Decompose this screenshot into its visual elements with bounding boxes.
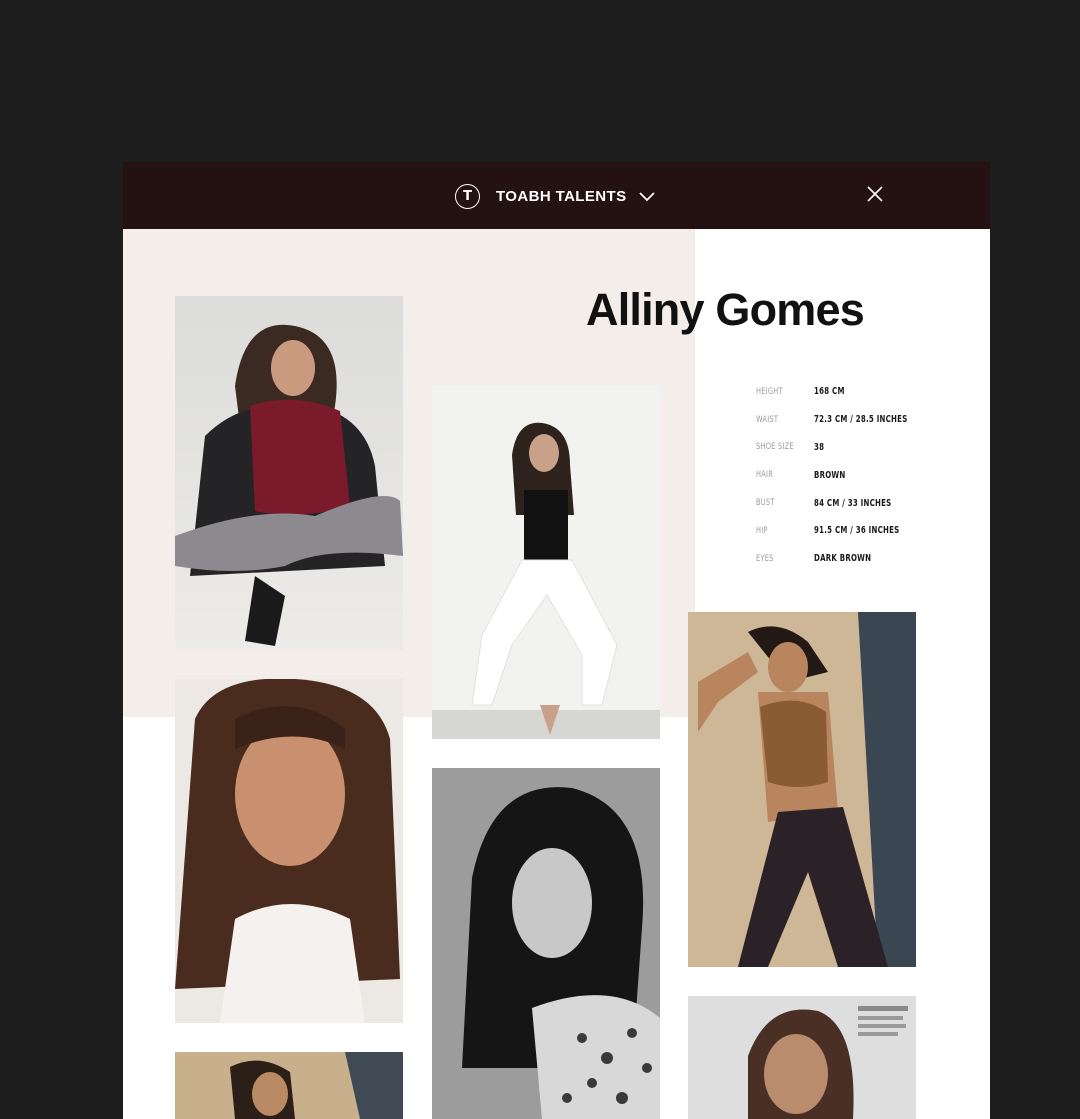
close-icon[interactable]	[865, 184, 885, 204]
portfolio-photo[interactable]	[432, 385, 660, 739]
stat-row-height: HEIGHT 168 CM	[756, 378, 956, 406]
stat-value: 72.3 CM / 28.5 INCHES	[814, 414, 908, 426]
portfolio-photo[interactable]	[175, 679, 403, 1023]
stat-row-eyes: EYES DARK BROWN	[756, 545, 956, 573]
portfolio-photo[interactable]	[688, 996, 916, 1119]
stat-label: HEIGHT	[756, 386, 783, 397]
portfolio-photo[interactable]	[175, 296, 403, 650]
stat-value: 91.5 CM / 36 INCHES	[814, 525, 900, 537]
stat-label: HAIR	[756, 470, 774, 481]
brand-name: TOABH TALENTS	[496, 187, 627, 205]
stat-row-hip: HIP 91.5 CM / 36 INCHES	[756, 517, 956, 545]
top-bar: T TOABH TALENTS	[123, 162, 990, 229]
measurements-list: HEIGHT 168 CM WAIST 72.3 CM / 28.5 INCHE…	[756, 378, 956, 573]
stat-row-hair: HAIR BROWN	[756, 461, 956, 489]
stat-value: 84 CM / 33 INCHES	[814, 497, 892, 509]
chevron-down-icon[interactable]	[638, 190, 656, 202]
brand-menu-toggle[interactable]: T TOABH TALENTS	[455, 182, 656, 210]
stat-label: EYES	[756, 553, 774, 564]
circle-t-logo-icon: T	[455, 183, 480, 209]
stat-value: 168 CM	[814, 386, 845, 398]
stat-value: 38	[814, 441, 825, 453]
stat-row-waist: WAIST 72.3 CM / 28.5 INCHES	[756, 406, 956, 434]
stat-label: BUST	[756, 498, 775, 509]
portfolio-photo[interactable]	[175, 1052, 403, 1119]
stat-row-bust: BUST 84 CM / 33 INCHES	[756, 489, 956, 517]
stat-label: HIP	[756, 525, 768, 536]
stat-value: DARK BROWN	[814, 553, 872, 565]
model-name: Alliny Gomes	[586, 284, 865, 335]
portfolio-photo[interactable]	[688, 612, 916, 967]
stat-label: WAIST	[756, 414, 779, 425]
stat-value: BROWN	[814, 469, 846, 481]
stat-label: SHOE SIZE	[756, 442, 794, 453]
stat-row-shoe-size: SHOE SIZE 38	[756, 434, 956, 462]
portfolio-photo[interactable]	[432, 768, 660, 1119]
profile-modal: T TOABH TALENTS Alliny Gomes HEIGHT 168 …	[123, 162, 990, 1119]
